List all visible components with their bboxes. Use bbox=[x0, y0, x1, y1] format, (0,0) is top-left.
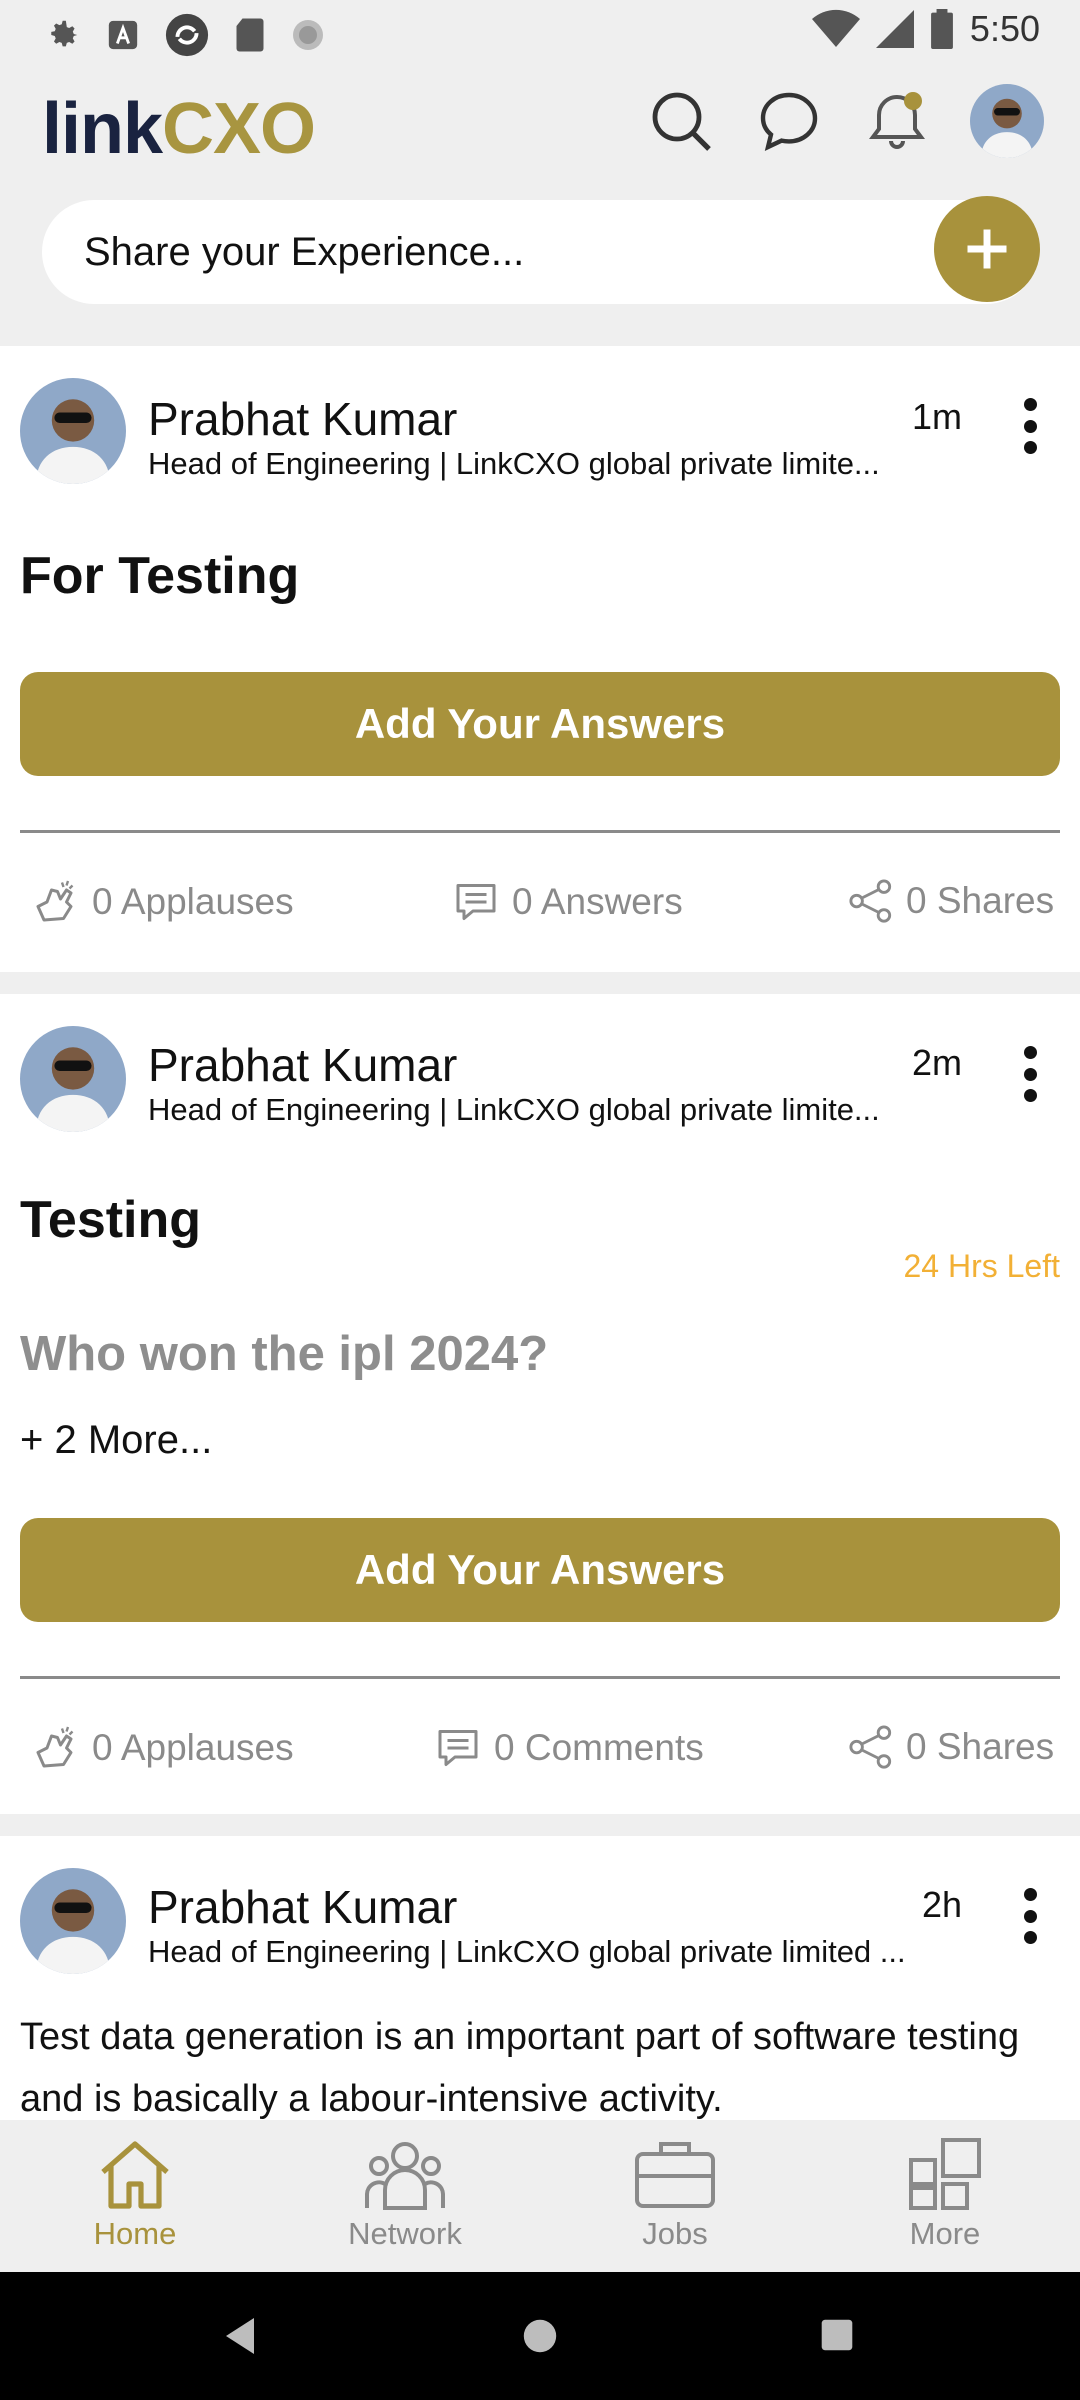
share-button[interactable]: 0 Shares bbox=[848, 878, 1054, 924]
avatar-image bbox=[20, 1868, 126, 1974]
author-subtitle: Head of Engineering | LinkCXO global pri… bbox=[148, 1092, 880, 1127]
answers-count: 0 Answers bbox=[512, 881, 683, 922]
notifications-button[interactable] bbox=[862, 86, 932, 156]
add-answers-button[interactable]: Add Your Answers bbox=[20, 672, 1060, 776]
post-title: Testing bbox=[20, 1191, 202, 1249]
sd-card-icon bbox=[236, 18, 264, 52]
logo-text-link: link bbox=[42, 89, 163, 169]
post-card: Prabhat Kumar Head of Engineering | Link… bbox=[0, 346, 1080, 972]
nav-home[interactable]: Home bbox=[25, 2136, 245, 2252]
app-header: link CXO Share your Experience... bbox=[0, 64, 1080, 346]
applause-button[interactable]: 0 Applauses bbox=[32, 1724, 294, 1772]
back-icon[interactable] bbox=[222, 2316, 258, 2356]
post-menu-button[interactable] bbox=[1020, 1046, 1040, 1102]
share-experience-input[interactable]: Share your Experience... bbox=[42, 196, 1040, 304]
nav-network[interactable]: Network bbox=[295, 2136, 515, 2252]
battery-icon bbox=[931, 9, 953, 49]
nav-network-label: Network bbox=[348, 2216, 462, 2251]
share-button[interactable]: 0 Shares bbox=[848, 1724, 1054, 1770]
author-avatar[interactable] bbox=[20, 378, 126, 484]
post-separator bbox=[0, 972, 1080, 994]
plus-icon bbox=[967, 229, 1007, 269]
share-count: 0 Shares bbox=[906, 880, 1055, 921]
recents-icon[interactable] bbox=[820, 2318, 854, 2352]
post-time: 2h bbox=[921, 1884, 962, 1925]
applause-count: 0 Applauses bbox=[92, 1727, 294, 1768]
chat-bubble-icon bbox=[760, 92, 818, 151]
search-icon bbox=[652, 92, 711, 151]
post-card: Prabhat Kumar Head of Engineering | Link… bbox=[0, 994, 1080, 1814]
author-subtitle: Head of Engineering | LinkCXO global pri… bbox=[148, 1934, 906, 1969]
author-name[interactable]: Prabhat Kumar bbox=[148, 392, 457, 446]
logo-text-cxo: CXO bbox=[162, 89, 316, 169]
bell-icon bbox=[869, 92, 925, 149]
profile-avatar[interactable] bbox=[970, 84, 1044, 158]
loading-icon bbox=[293, 20, 323, 50]
comments-count: 0 Comments bbox=[494, 1727, 704, 1768]
post-time: 2m bbox=[911, 1042, 962, 1083]
comment-icon bbox=[456, 884, 496, 920]
share-icon bbox=[849, 1725, 892, 1769]
post-time: 1m bbox=[911, 396, 962, 437]
bottom-navigation: Home Network Jobs More bbox=[0, 2120, 1080, 2272]
more-options-link[interactable]: + 2 More... bbox=[20, 1418, 212, 1463]
post-title: For Testing bbox=[20, 547, 300, 605]
avatar-image bbox=[20, 378, 126, 484]
clap-icon bbox=[36, 880, 74, 922]
network-icon bbox=[365, 2142, 445, 2210]
divider bbox=[20, 1676, 1060, 1679]
share-icon bbox=[849, 879, 892, 923]
author-name[interactable]: Prabhat Kumar bbox=[148, 1038, 457, 1092]
font-icon bbox=[108, 20, 138, 50]
comment-icon bbox=[438, 1730, 478, 1766]
applause-count: 0 Applauses bbox=[92, 881, 294, 922]
home-icon bbox=[101, 2141, 169, 2209]
status-bar: 5:50 bbox=[0, 0, 1080, 64]
search-button[interactable] bbox=[646, 86, 716, 156]
applause-button[interactable]: 0 Applauses bbox=[32, 878, 294, 926]
sync-icon bbox=[165, 13, 209, 57]
home-circle-icon[interactable] bbox=[522, 2318, 558, 2354]
nav-home-label: Home bbox=[93, 2216, 177, 2251]
grid-icon bbox=[909, 2138, 981, 2210]
post-card: Prabhat Kumar Head of Engineering | Link… bbox=[0, 1836, 1080, 2120]
messages-button[interactable] bbox=[754, 86, 824, 156]
comments-button[interactable]: 0 Comments bbox=[434, 1724, 704, 1772]
add-post-button[interactable] bbox=[934, 196, 1040, 302]
avatar-image bbox=[970, 84, 1044, 158]
linkcxo-logo[interactable]: link CXO bbox=[42, 84, 316, 174]
add-answers-button[interactable]: Add Your Answers bbox=[20, 1518, 1060, 1622]
time-left-badge: 24 Hrs Left bbox=[903, 1248, 1060, 1284]
answers-button[interactable]: 0 Answers bbox=[452, 878, 683, 926]
signal-icon bbox=[875, 10, 914, 48]
nav-jobs[interactable]: Jobs bbox=[565, 2136, 785, 2252]
post-menu-button[interactable] bbox=[1020, 398, 1040, 454]
briefcase-icon bbox=[635, 2142, 715, 2208]
post-separator bbox=[0, 1814, 1080, 1836]
divider bbox=[20, 830, 1060, 833]
nav-more-label: More bbox=[909, 2216, 981, 2251]
header-actions bbox=[646, 84, 1044, 158]
status-time: 5:50 bbox=[969, 8, 1040, 49]
clap-icon bbox=[36, 1726, 74, 1768]
settings-icon bbox=[51, 20, 78, 47]
system-navigation-bar bbox=[0, 2272, 1080, 2400]
status-icons-right: 5:50 bbox=[811, 8, 1040, 50]
nav-jobs-label: Jobs bbox=[642, 2216, 708, 2251]
status-icons-left bbox=[44, 12, 326, 58]
author-avatar[interactable] bbox=[20, 1026, 126, 1132]
share-placeholder: Share your Experience... bbox=[84, 230, 525, 274]
post-menu-button[interactable] bbox=[1020, 1888, 1040, 1944]
poll-question: Who won the ipl 2024? bbox=[20, 1327, 549, 1381]
wifi-icon bbox=[811, 9, 860, 48]
author-name[interactable]: Prabhat Kumar bbox=[148, 1880, 457, 1934]
author-avatar[interactable] bbox=[20, 1868, 126, 1974]
nav-more[interactable]: More bbox=[835, 2136, 1055, 2252]
share-count: 0 Shares bbox=[906, 1726, 1055, 1767]
avatar-image bbox=[20, 1026, 126, 1132]
author-subtitle: Head of Engineering | LinkCXO global pri… bbox=[148, 446, 880, 481]
post-body: Test data generation is an important par… bbox=[20, 2016, 1020, 2120]
